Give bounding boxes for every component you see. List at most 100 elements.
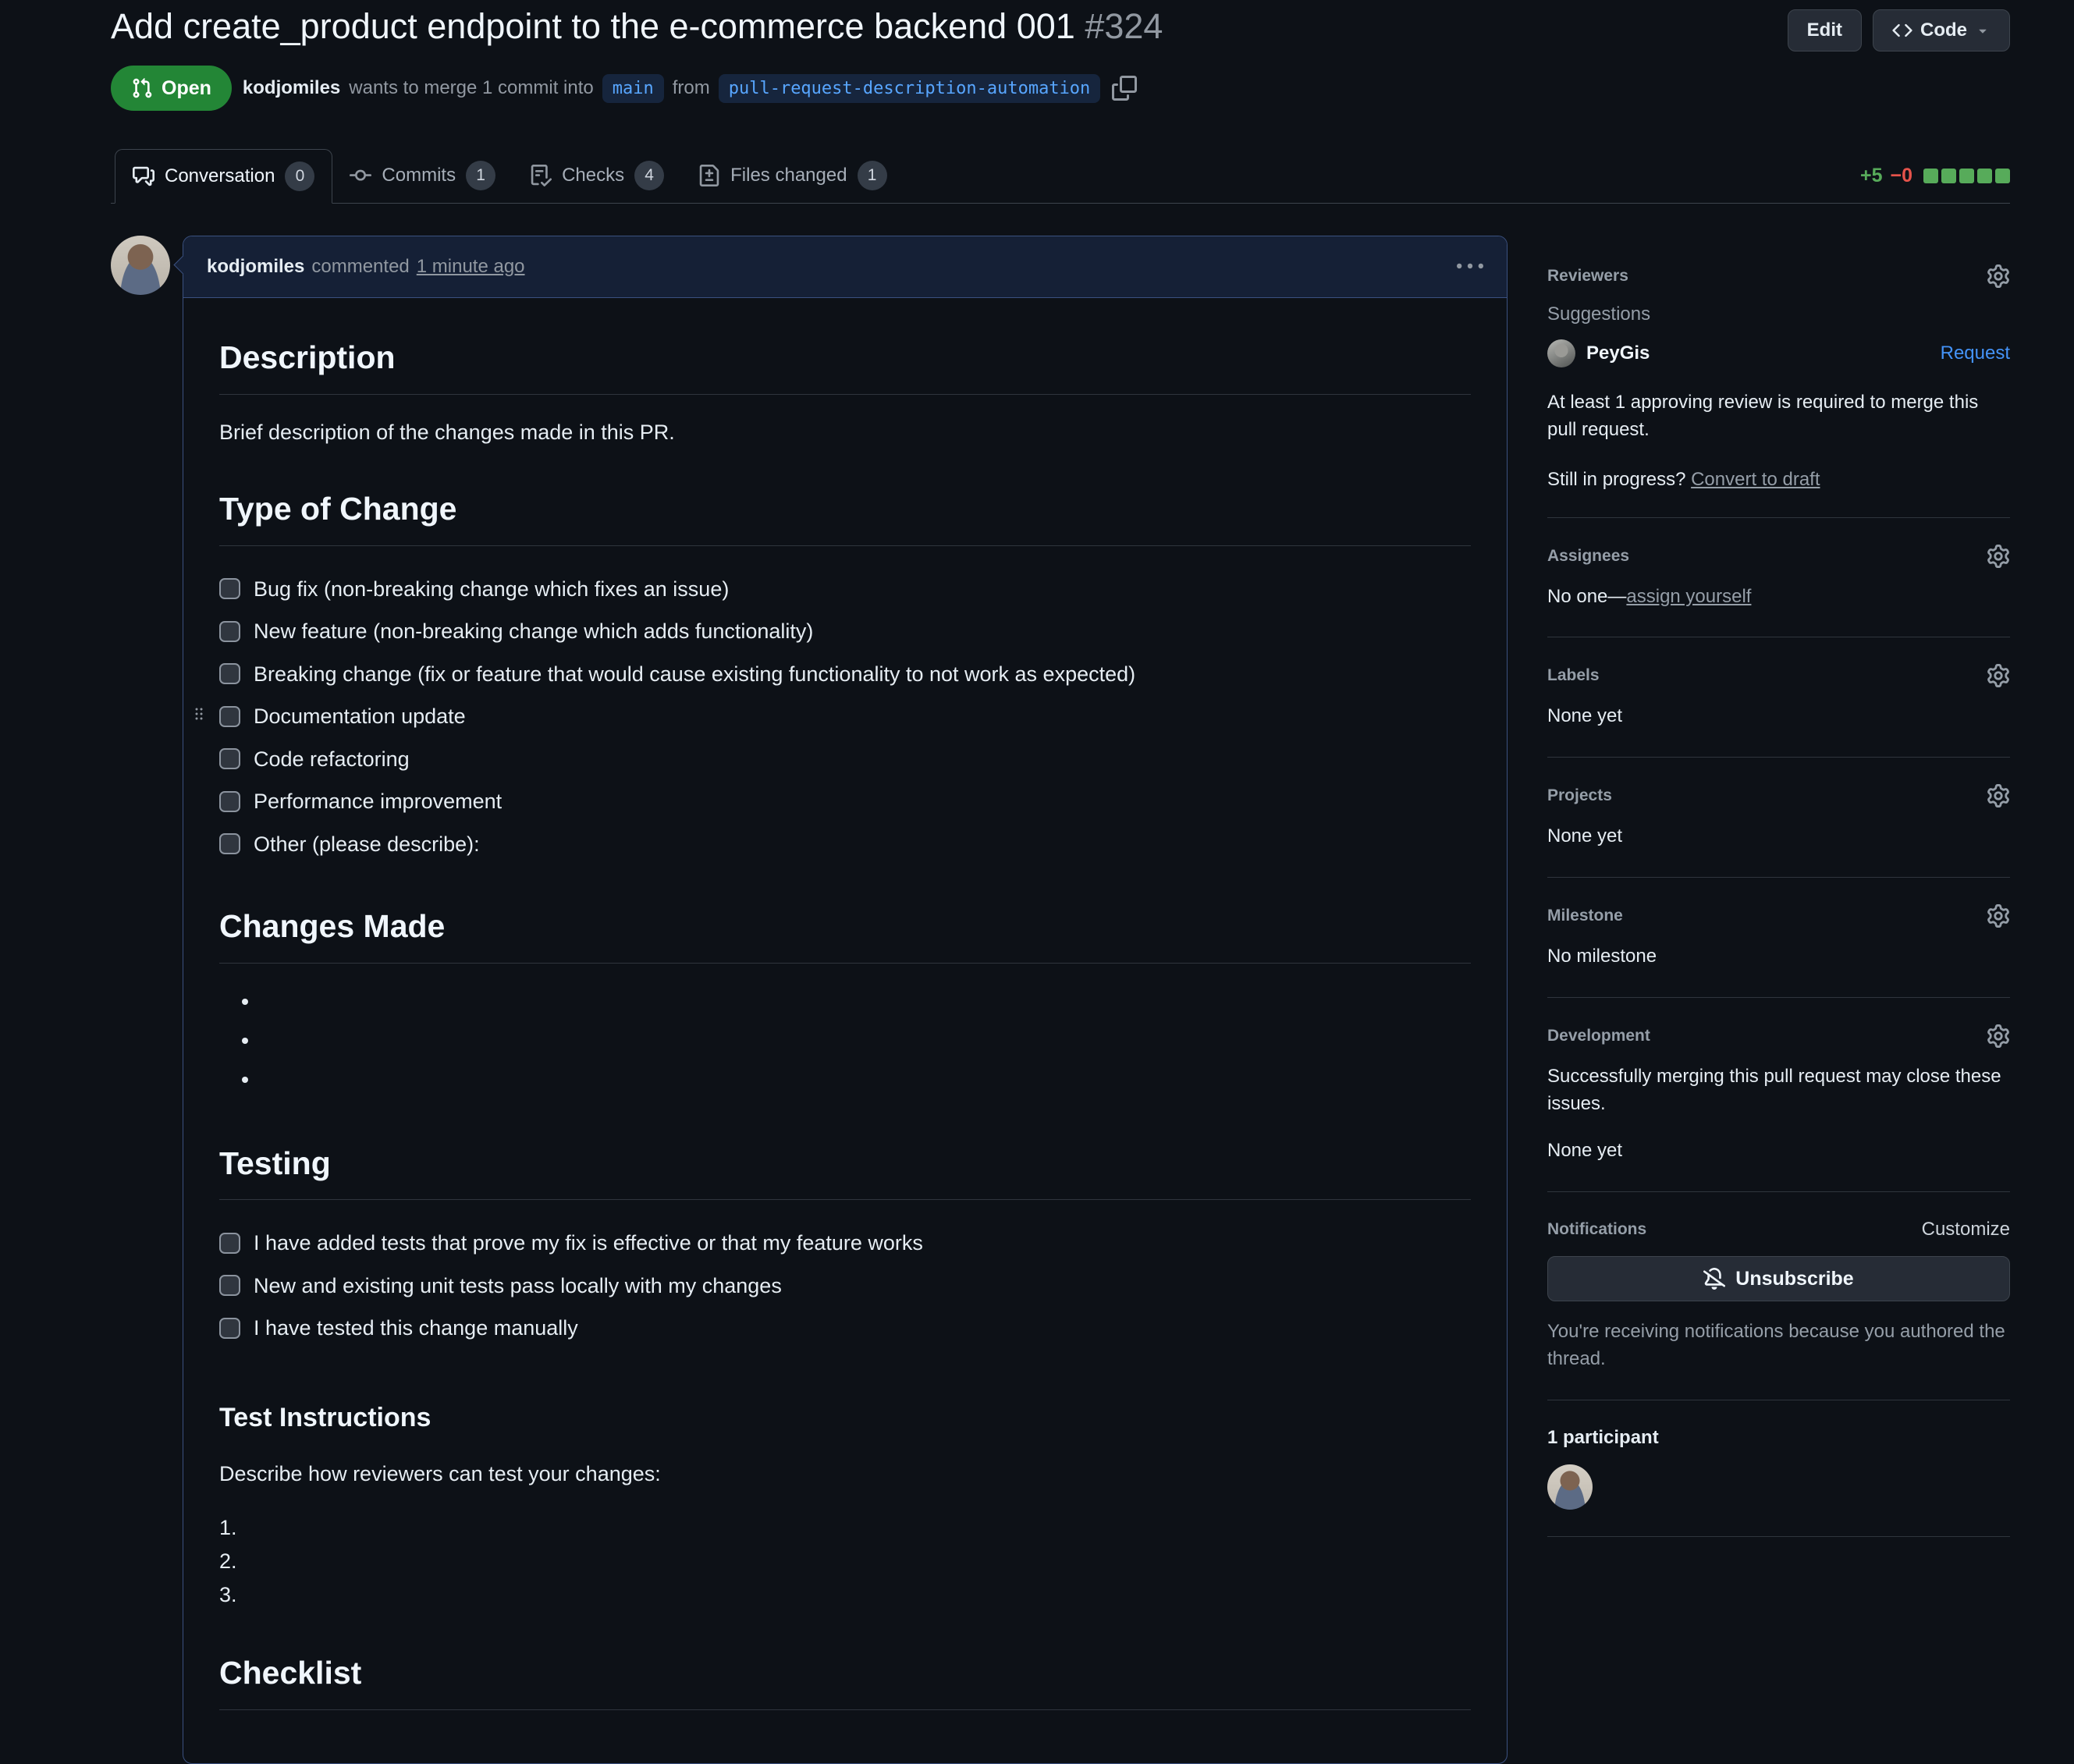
assignees-title: Assignees bbox=[1547, 547, 1629, 566]
open-status-label: Open bbox=[162, 77, 211, 100]
request-review-link[interactable]: Request bbox=[1941, 343, 2010, 364]
tab-files-changed[interactable]: Files changed 1 bbox=[681, 148, 904, 203]
assign-yourself-link[interactable]: assign yourself bbox=[1626, 586, 1751, 607]
gear-icon[interactable] bbox=[1987, 784, 2010, 807]
comment-header: kodjomiles commented 1 minute ago bbox=[183, 236, 1507, 298]
type-of-change-list: Bug fix (non-breaking change which fixes… bbox=[219, 568, 1471, 866]
empty-bullet-item bbox=[260, 1024, 1471, 1063]
tab-commits[interactable]: Commits 1 bbox=[332, 148, 513, 203]
unsubscribe-button[interactable]: Unsubscribe bbox=[1547, 1256, 2010, 1301]
gear-icon[interactable] bbox=[1987, 904, 2010, 928]
checkbox[interactable] bbox=[219, 706, 240, 727]
task-label: Performance improvement bbox=[254, 786, 502, 818]
header-actions: Edit Code bbox=[1788, 9, 2010, 51]
avatar[interactable] bbox=[111, 236, 170, 295]
edit-button[interactable]: Edit bbox=[1788, 9, 1862, 51]
checkbox[interactable] bbox=[219, 833, 240, 854]
changes-made-list bbox=[219, 985, 1471, 1102]
diff-block bbox=[1995, 169, 2010, 183]
checkbox[interactable] bbox=[219, 1233, 240, 1254]
task-item: New feature (non-breaking change which a… bbox=[219, 610, 1471, 653]
task-item: Breaking change (fix or feature that wou… bbox=[219, 653, 1471, 696]
task-label: Code refactoring bbox=[254, 744, 410, 776]
diff-blocks bbox=[1923, 169, 2010, 183]
customize-link[interactable]: Customize bbox=[1922, 1219, 2010, 1240]
task-label: New feature (non-breaking change which a… bbox=[254, 616, 813, 648]
tab-counter: 0 bbox=[285, 161, 314, 191]
step-item: 3. bbox=[219, 1578, 1471, 1612]
avatar[interactable] bbox=[1547, 1464, 1593, 1510]
diff-block bbox=[1923, 169, 1938, 183]
diff-additions: +5 bbox=[1860, 165, 1883, 187]
edit-button-label: Edit bbox=[1807, 20, 1842, 41]
reviewers-title: Reviewers bbox=[1547, 267, 1628, 286]
projects-empty-state: None yet bbox=[1547, 823, 2010, 850]
notifications-note: You're receiving notifications because y… bbox=[1547, 1319, 2010, 1373]
notifications-title: Notifications bbox=[1547, 1220, 1646, 1239]
comment-author-link[interactable]: kodjomiles bbox=[207, 256, 304, 278]
head-branch-label[interactable]: pull-request-description-automation bbox=[719, 74, 1101, 103]
task-item: Other (please describe): bbox=[219, 823, 1471, 866]
checkbox[interactable] bbox=[219, 791, 240, 812]
test-steps-list: 1. 2. 3. bbox=[219, 1511, 1471, 1612]
checkbox[interactable] bbox=[219, 1318, 240, 1339]
kebab-menu-icon[interactable] bbox=[1457, 254, 1483, 280]
copy-icon[interactable] bbox=[1112, 76, 1137, 101]
reviewer-name-link[interactable]: PeyGis bbox=[1586, 343, 1650, 364]
step-number: 2. bbox=[219, 1549, 237, 1573]
merge-summary: kodjomiles wants to merge 1 commit into … bbox=[243, 74, 1137, 103]
pr-page: Add create_product endpoint to the e-com… bbox=[0, 0, 2074, 1764]
chevron-down-icon bbox=[1975, 23, 1991, 38]
comment-body: Description Brief description of the cha… bbox=[183, 298, 1507, 1763]
tab-label: Files changed bbox=[730, 165, 847, 186]
checkbox[interactable] bbox=[219, 621, 240, 642]
review-required-note: At least 1 approving review is required … bbox=[1547, 389, 2010, 444]
avatar[interactable] bbox=[1547, 339, 1575, 367]
base-branch-label[interactable]: main bbox=[602, 74, 664, 103]
gear-icon[interactable] bbox=[1987, 545, 2010, 568]
checkbox[interactable] bbox=[219, 1275, 240, 1296]
no-one-text: No one— bbox=[1547, 586, 1626, 607]
tab-label: Commits bbox=[382, 165, 456, 186]
task-label: New and existing unit tests pass locally… bbox=[254, 1270, 782, 1302]
section-heading-type-of-change: Type of Change bbox=[219, 485, 1471, 546]
code-icon bbox=[1892, 20, 1912, 41]
sidebar-section-development: Development Successfully merging this pu… bbox=[1547, 1024, 2010, 1192]
task-label: Documentation update bbox=[254, 701, 466, 733]
sidebar-section-assignees: Assignees No one—assign yourself bbox=[1547, 545, 2010, 638]
pr-author-link[interactable]: kodjomiles bbox=[243, 77, 340, 99]
task-item: Code refactoring bbox=[219, 738, 1471, 781]
pull-request-icon bbox=[131, 77, 153, 99]
labels-empty-state: None yet bbox=[1547, 703, 2010, 730]
task-item: New and existing unit tests pass locally… bbox=[219, 1265, 1471, 1308]
pr-status-row: Open kodjomiles wants to merge 1 commit … bbox=[111, 66, 2010, 111]
checkbox[interactable] bbox=[219, 578, 240, 599]
empty-bullet-item bbox=[260, 985, 1471, 1024]
code-button-label: Code bbox=[1920, 20, 1967, 41]
sidebar-section-labels: Labels None yet bbox=[1547, 664, 2010, 758]
section-heading-description: Description bbox=[219, 334, 1471, 395]
task-item: Documentation update bbox=[219, 695, 1471, 738]
checkbox[interactable] bbox=[219, 748, 240, 769]
tab-checks[interactable]: Checks 4 bbox=[513, 148, 681, 203]
pr-tabnav: Conversation 0 Commits 1 Checks 4 Files … bbox=[111, 148, 2010, 204]
drag-handle-icon[interactable] bbox=[190, 705, 208, 723]
task-label: I have tested this change manually bbox=[254, 1312, 578, 1344]
suggested-reviewer-row: PeyGis Request bbox=[1547, 339, 2010, 367]
gear-icon[interactable] bbox=[1987, 264, 2010, 288]
sidebar-section-participants: 1 participant bbox=[1547, 1427, 2010, 1537]
checkbox[interactable] bbox=[219, 663, 240, 684]
sidebar-section-notifications: Notifications Customize Unsubscribe You'… bbox=[1547, 1219, 2010, 1400]
diff-block bbox=[1977, 169, 1992, 183]
code-button[interactable]: Code bbox=[1873, 9, 2010, 51]
convert-to-draft-link[interactable]: Convert to draft bbox=[1691, 469, 1820, 490]
merge-action-text: wants to merge 1 commit into bbox=[349, 77, 593, 99]
gear-icon[interactable] bbox=[1987, 664, 2010, 687]
testing-list: I have added tests that prove my fix is … bbox=[219, 1222, 1471, 1350]
suggestions-label: Suggestions bbox=[1547, 303, 2010, 325]
tab-counter: 4 bbox=[634, 161, 664, 190]
test-instructions-text: Describe how reviewers can test your cha… bbox=[219, 1458, 1471, 1490]
tab-conversation[interactable]: Conversation 0 bbox=[115, 149, 332, 204]
comment-timestamp-link[interactable]: 1 minute ago bbox=[417, 256, 525, 278]
gear-icon[interactable] bbox=[1987, 1024, 2010, 1048]
